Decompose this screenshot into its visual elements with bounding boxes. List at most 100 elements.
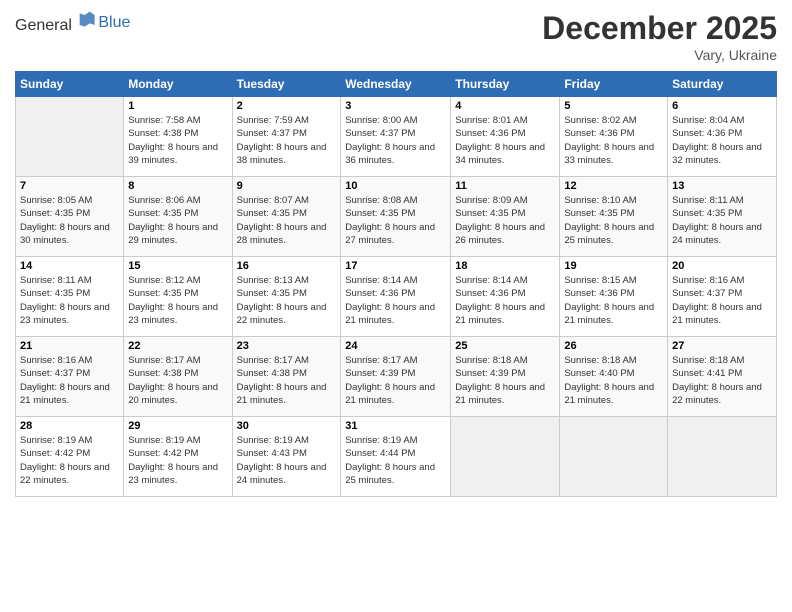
day-info: Sunrise: 8:16 AM Sunset: 4:37 PM Dayligh…	[20, 354, 119, 407]
day-number: 26	[564, 340, 663, 352]
calendar-table: Sunday Monday Tuesday Wednesday Thursday…	[15, 71, 777, 497]
day-info: Sunrise: 8:19 AM Sunset: 4:42 PM Dayligh…	[20, 434, 119, 487]
calendar-week-row: 7 Sunrise: 8:05 AM Sunset: 4:35 PM Dayli…	[16, 177, 777, 257]
day-info: Sunrise: 8:05 AM Sunset: 4:35 PM Dayligh…	[20, 194, 119, 247]
day-info: Sunrise: 8:08 AM Sunset: 4:35 PM Dayligh…	[345, 194, 446, 247]
col-tuesday: Tuesday	[232, 72, 341, 97]
calendar-week-row: 21 Sunrise: 8:16 AM Sunset: 4:37 PM Dayl…	[16, 337, 777, 417]
table-row: 2 Sunrise: 7:59 AM Sunset: 4:37 PM Dayli…	[232, 97, 341, 177]
table-row: 16 Sunrise: 8:13 AM Sunset: 4:35 PM Dayl…	[232, 257, 341, 337]
table-row: 28 Sunrise: 8:19 AM Sunset: 4:42 PM Dayl…	[16, 417, 124, 497]
table-row: 15 Sunrise: 8:12 AM Sunset: 4:35 PM Dayl…	[124, 257, 232, 337]
day-info: Sunrise: 8:09 AM Sunset: 4:35 PM Dayligh…	[455, 194, 555, 247]
day-number: 17	[345, 260, 446, 272]
table-row: 3 Sunrise: 8:00 AM Sunset: 4:37 PM Dayli…	[341, 97, 451, 177]
table-row: 10 Sunrise: 8:08 AM Sunset: 4:35 PM Dayl…	[341, 177, 451, 257]
day-info: Sunrise: 8:17 AM Sunset: 4:38 PM Dayligh…	[128, 354, 227, 407]
logo-blue-text: Blue	[98, 14, 130, 31]
day-info: Sunrise: 8:18 AM Sunset: 4:40 PM Dayligh…	[564, 354, 663, 407]
col-monday: Monday	[124, 72, 232, 97]
day-info: Sunrise: 8:02 AM Sunset: 4:36 PM Dayligh…	[564, 114, 663, 167]
day-info: Sunrise: 8:16 AM Sunset: 4:37 PM Dayligh…	[672, 274, 772, 327]
day-number: 21	[20, 340, 119, 352]
day-info: Sunrise: 8:01 AM Sunset: 4:36 PM Dayligh…	[455, 114, 555, 167]
calendar-week-row: 1 Sunrise: 7:58 AM Sunset: 4:38 PM Dayli…	[16, 97, 777, 177]
day-info: Sunrise: 8:19 AM Sunset: 4:43 PM Dayligh…	[237, 434, 337, 487]
day-number: 27	[672, 340, 772, 352]
day-info: Sunrise: 8:11 AM Sunset: 4:35 PM Dayligh…	[20, 274, 119, 327]
day-info: Sunrise: 8:13 AM Sunset: 4:35 PM Dayligh…	[237, 274, 337, 327]
table-row: 20 Sunrise: 8:16 AM Sunset: 4:37 PM Dayl…	[668, 257, 777, 337]
table-row: 26 Sunrise: 8:18 AM Sunset: 4:40 PM Dayl…	[560, 337, 668, 417]
calendar-week-row: 14 Sunrise: 8:11 AM Sunset: 4:35 PM Dayl…	[16, 257, 777, 337]
table-row	[560, 417, 668, 497]
page: General Blue December 2025 Vary, Ukraine…	[0, 0, 792, 612]
day-info: Sunrise: 7:59 AM Sunset: 4:37 PM Dayligh…	[237, 114, 337, 167]
table-row: 24 Sunrise: 8:17 AM Sunset: 4:39 PM Dayl…	[341, 337, 451, 417]
day-info: Sunrise: 8:04 AM Sunset: 4:36 PM Dayligh…	[672, 114, 772, 167]
day-number: 12	[564, 180, 663, 192]
table-row: 11 Sunrise: 8:09 AM Sunset: 4:35 PM Dayl…	[451, 177, 560, 257]
table-row: 8 Sunrise: 8:06 AM Sunset: 4:35 PM Dayli…	[124, 177, 232, 257]
table-row: 29 Sunrise: 8:19 AM Sunset: 4:42 PM Dayl…	[124, 417, 232, 497]
table-row: 14 Sunrise: 8:11 AM Sunset: 4:35 PM Dayl…	[16, 257, 124, 337]
table-row: 1 Sunrise: 7:58 AM Sunset: 4:38 PM Dayli…	[124, 97, 232, 177]
day-info: Sunrise: 8:00 AM Sunset: 4:37 PM Dayligh…	[345, 114, 446, 167]
day-number: 23	[237, 340, 337, 352]
day-number: 19	[564, 260, 663, 272]
table-row: 9 Sunrise: 8:07 AM Sunset: 4:35 PM Dayli…	[232, 177, 341, 257]
table-row: 31 Sunrise: 8:19 AM Sunset: 4:44 PM Dayl…	[341, 417, 451, 497]
logo: General Blue	[15, 10, 130, 35]
col-friday: Friday	[560, 72, 668, 97]
table-row: 27 Sunrise: 8:18 AM Sunset: 4:41 PM Dayl…	[668, 337, 777, 417]
day-info: Sunrise: 8:12 AM Sunset: 4:35 PM Dayligh…	[128, 274, 227, 327]
table-row: 21 Sunrise: 8:16 AM Sunset: 4:37 PM Dayl…	[16, 337, 124, 417]
day-number: 8	[128, 180, 227, 192]
day-info: Sunrise: 8:15 AM Sunset: 4:36 PM Dayligh…	[564, 274, 663, 327]
day-number: 18	[455, 260, 555, 272]
col-sunday: Sunday	[16, 72, 124, 97]
col-saturday: Saturday	[668, 72, 777, 97]
day-number: 30	[237, 420, 337, 432]
table-row: 25 Sunrise: 8:18 AM Sunset: 4:39 PM Dayl…	[451, 337, 560, 417]
day-number: 6	[672, 100, 772, 112]
day-info: Sunrise: 8:14 AM Sunset: 4:36 PM Dayligh…	[345, 274, 446, 327]
day-info: Sunrise: 8:10 AM Sunset: 4:35 PM Dayligh…	[564, 194, 663, 247]
table-row: 12 Sunrise: 8:10 AM Sunset: 4:35 PM Dayl…	[560, 177, 668, 257]
day-info: Sunrise: 7:58 AM Sunset: 4:38 PM Dayligh…	[128, 114, 227, 167]
day-info: Sunrise: 8:14 AM Sunset: 4:36 PM Dayligh…	[455, 274, 555, 327]
day-info: Sunrise: 8:11 AM Sunset: 4:35 PM Dayligh…	[672, 194, 772, 247]
day-number: 9	[237, 180, 337, 192]
table-row	[16, 97, 124, 177]
header: General Blue December 2025 Vary, Ukraine	[15, 10, 777, 63]
day-number: 3	[345, 100, 446, 112]
table-row: 13 Sunrise: 8:11 AM Sunset: 4:35 PM Dayl…	[668, 177, 777, 257]
calendar-week-row: 28 Sunrise: 8:19 AM Sunset: 4:42 PM Dayl…	[16, 417, 777, 497]
day-number: 13	[672, 180, 772, 192]
day-number: 5	[564, 100, 663, 112]
table-row: 22 Sunrise: 8:17 AM Sunset: 4:38 PM Dayl…	[124, 337, 232, 417]
day-number: 7	[20, 180, 119, 192]
day-info: Sunrise: 8:06 AM Sunset: 4:35 PM Dayligh…	[128, 194, 227, 247]
calendar-header-row: Sunday Monday Tuesday Wednesday Thursday…	[16, 72, 777, 97]
table-row: 19 Sunrise: 8:15 AM Sunset: 4:36 PM Dayl…	[560, 257, 668, 337]
day-number: 1	[128, 100, 227, 112]
day-number: 25	[455, 340, 555, 352]
day-number: 11	[455, 180, 555, 192]
table-row	[451, 417, 560, 497]
table-row: 23 Sunrise: 8:17 AM Sunset: 4:38 PM Dayl…	[232, 337, 341, 417]
day-number: 22	[128, 340, 227, 352]
table-row: 17 Sunrise: 8:14 AM Sunset: 4:36 PM Dayl…	[341, 257, 451, 337]
day-number: 15	[128, 260, 227, 272]
day-info: Sunrise: 8:18 AM Sunset: 4:39 PM Dayligh…	[455, 354, 555, 407]
table-row: 30 Sunrise: 8:19 AM Sunset: 4:43 PM Dayl…	[232, 417, 341, 497]
table-row: 18 Sunrise: 8:14 AM Sunset: 4:36 PM Dayl…	[451, 257, 560, 337]
day-number: 2	[237, 100, 337, 112]
day-number: 20	[672, 260, 772, 272]
table-row	[668, 417, 777, 497]
table-row: 5 Sunrise: 8:02 AM Sunset: 4:36 PM Dayli…	[560, 97, 668, 177]
day-number: 16	[237, 260, 337, 272]
day-number: 14	[20, 260, 119, 272]
day-number: 31	[345, 420, 446, 432]
day-number: 29	[128, 420, 227, 432]
